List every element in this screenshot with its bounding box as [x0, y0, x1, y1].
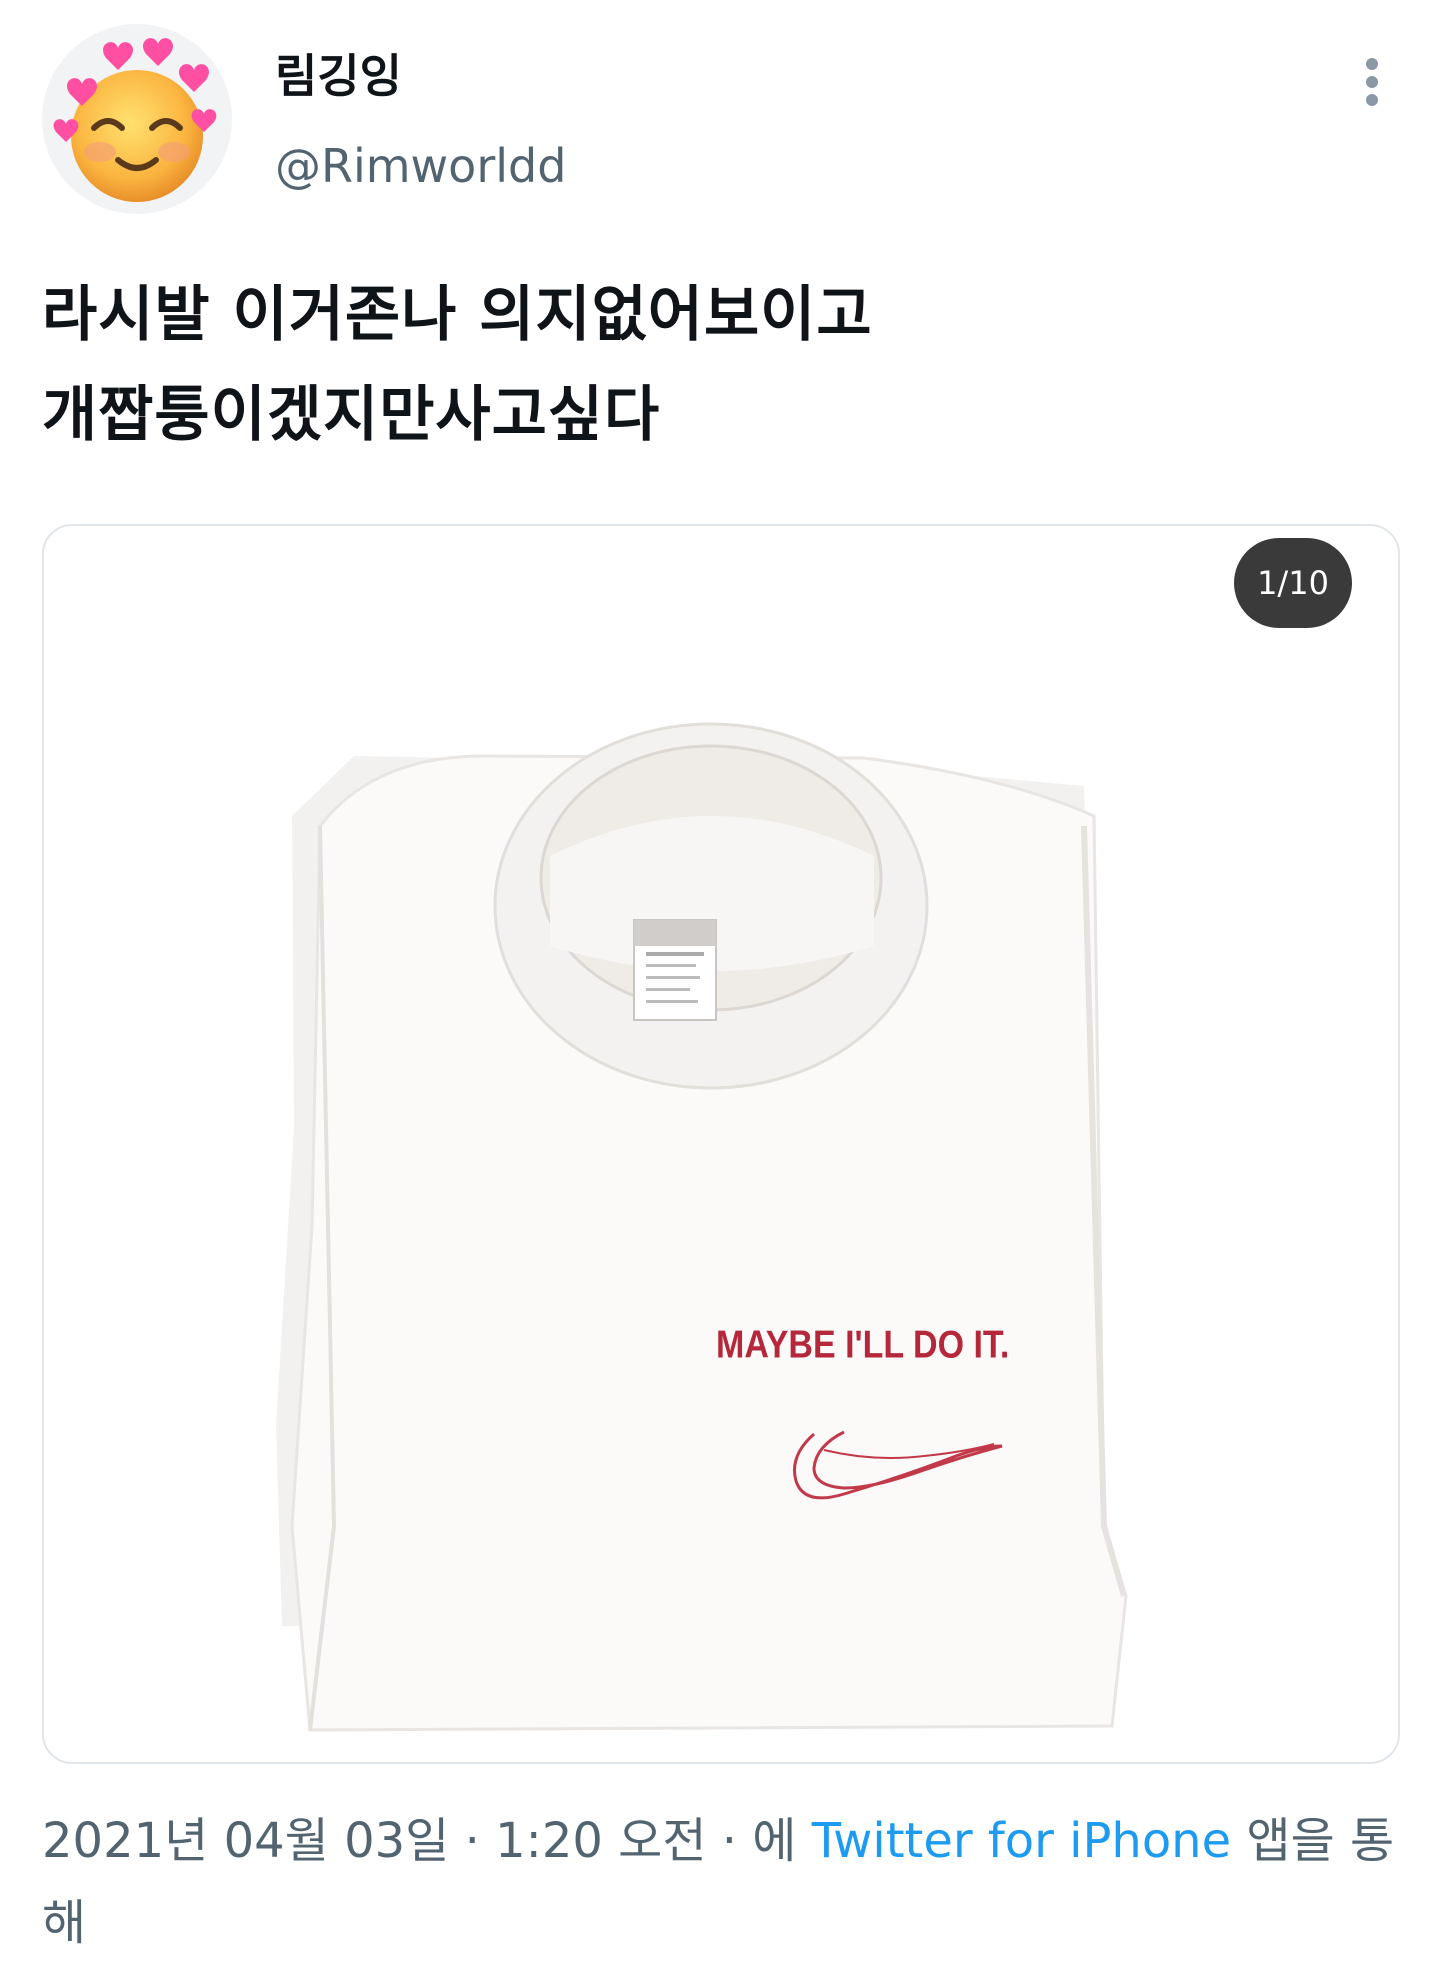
tweet-time[interactable]: 1:20 오전 — [495, 1813, 706, 1869]
display-name[interactable]: 림깅잉 — [275, 46, 402, 106]
user-handle[interactable]: @Rimworldd — [275, 136, 566, 196]
more-options-button[interactable] — [1350, 52, 1394, 112]
separator: · — [464, 1813, 480, 1869]
separator: · — [721, 1813, 738, 1869]
media-image[interactable]: MAYBE I'LL DO IT. 1/10 — [42, 524, 1400, 1764]
tweet-metadata: 2021년 04월 03일 · 1:20 오전 · 에 Twitter for … — [42, 1800, 1402, 1964]
avatar[interactable] — [42, 24, 232, 214]
more-vertical-icon-dot — [1366, 94, 1378, 106]
tweet-date[interactable]: 2021년 04월 03일 — [42, 1813, 449, 1869]
smiling-face-with-hearts-icon — [53, 38, 217, 202]
more-vertical-icon-dot — [1366, 76, 1378, 88]
more-vertical-icon — [1366, 58, 1378, 70]
shirt-print-text: MAYBE I'LL DO IT. — [716, 1323, 1010, 1367]
tweet-text: 라시발 이거존나 의지없어보이고 개짭퉁이겠지만사고싶다 — [42, 280, 873, 450]
media-counter-badge: 1/10 — [1234, 538, 1352, 628]
tshirt-photo — [276, 722, 1128, 1732]
via-prefix: 에 — [752, 1813, 797, 1869]
source-app-link[interactable]: Twitter for iPhone — [812, 1813, 1231, 1869]
